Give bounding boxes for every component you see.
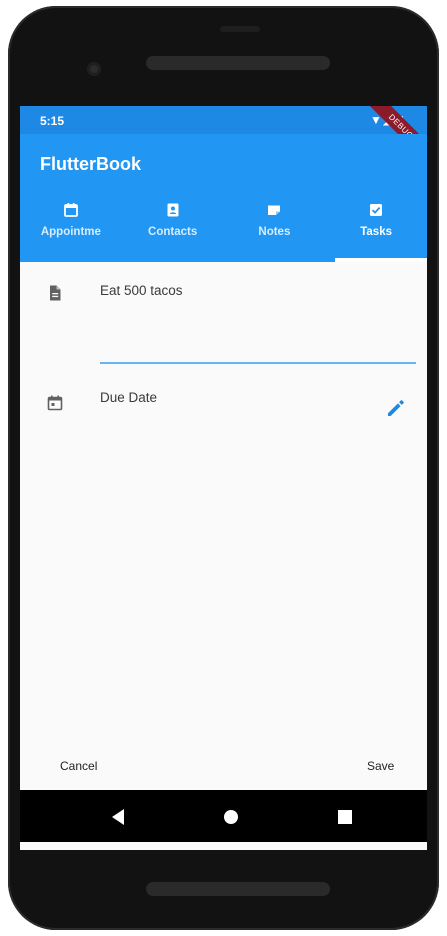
description-underline xyxy=(100,362,416,364)
due-date-label: Due Date xyxy=(100,390,158,405)
status-time: 5:15 xyxy=(40,114,65,128)
status-bar: 5:15 ▼◢ ▮ DEBUG xyxy=(20,106,427,175)
tab-label: Appointme xyxy=(40,226,101,238)
back-triangle-icon[interactable] xyxy=(108,806,130,828)
tab-label: Notes xyxy=(258,226,291,238)
due-date-row: Due Date xyxy=(20,384,427,424)
app-screen: 5:15 ▼◢ ▮ DEBUG FlutterBook Appointme xyxy=(20,106,427,850)
tab-appointments[interactable]: Appointme xyxy=(20,194,122,262)
app-bar: FlutterBook Appointme Contacts Notes Tas… xyxy=(20,134,427,262)
top-speaker xyxy=(146,56,330,70)
tab-label: Tasks xyxy=(360,226,392,238)
recents-square-icon[interactable] xyxy=(334,806,356,828)
tab-contacts[interactable]: Contacts xyxy=(122,194,224,262)
description-field[interactable]: Eat 500 tacos xyxy=(20,274,427,366)
tab-notes[interactable]: Notes xyxy=(224,194,326,262)
app-title: FlutterBook xyxy=(40,154,141,174)
tab-tasks[interactable]: Tasks xyxy=(325,194,427,262)
earpiece xyxy=(220,26,260,32)
active-tab-indicator xyxy=(335,258,427,262)
front-camera xyxy=(87,62,101,76)
note-icon xyxy=(268,205,281,215)
save-button[interactable]: Save xyxy=(367,759,394,773)
system-nav-bar xyxy=(20,790,427,842)
check-box-icon xyxy=(370,204,383,216)
tab-label: Contacts xyxy=(148,226,198,238)
home-circle-icon[interactable] xyxy=(220,806,242,828)
contact-card-icon xyxy=(167,203,179,217)
tab-bar: Appointme Contacts Notes Tasks xyxy=(20,194,427,262)
calendar-icon xyxy=(63,203,78,217)
description-icon xyxy=(50,285,61,301)
bottom-speaker xyxy=(146,882,330,896)
edit-pencil-icon[interactable] xyxy=(384,396,408,420)
cancel-button[interactable]: Cancel xyxy=(60,759,97,773)
description-value: Eat 500 tacos xyxy=(100,283,183,298)
event-icon xyxy=(47,395,63,411)
